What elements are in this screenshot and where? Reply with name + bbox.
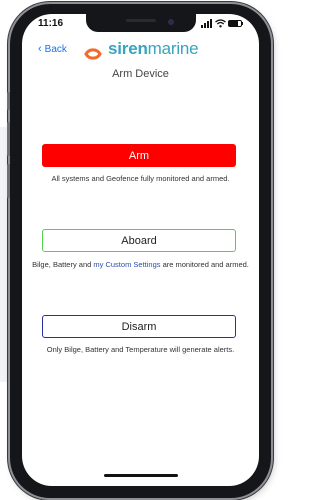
logo-text-rest: marine [147, 39, 199, 58]
notch [86, 14, 196, 32]
disarm-button-label: Disarm [121, 320, 157, 333]
custom-settings-link[interactable]: my Custom Settings [93, 260, 160, 269]
volume-down-button [7, 164, 10, 198]
wifi-icon [215, 19, 226, 28]
aboard-description-after: are monitored and armed. [162, 260, 249, 269]
aboard-description: Bilge, Battery and my Custom Settings ar… [30, 260, 251, 270]
speaker [126, 19, 156, 22]
home-indicator[interactable] [104, 474, 178, 477]
back-button[interactable]: ‹ Back [38, 43, 67, 56]
disarm-button[interactable]: Disarm [42, 315, 236, 338]
aboard-button-label: Aboard [121, 234, 157, 247]
front-camera [168, 19, 174, 25]
aboard-description-before: Bilge, Battery and [32, 260, 92, 269]
logo-text: sirenmarine [108, 39, 199, 59]
signal-icon [201, 19, 213, 28]
page-title: Arm Device [112, 68, 169, 80]
mute-switch [7, 92, 10, 110]
siren-marine-logo: sirenmarine [82, 38, 199, 60]
status-icons [201, 19, 245, 29]
arm-button[interactable]: Arm [42, 144, 236, 167]
aboard-button[interactable]: Aboard [42, 229, 236, 252]
status-time: 11:16 [38, 18, 64, 29]
arm-button-label: Arm [128, 149, 150, 162]
arm-description: All systems and Geofence fully monitored… [51, 174, 230, 183]
disarm-description: Only Bilge, Battery and Temperature will… [46, 345, 235, 354]
back-label: Back [44, 44, 67, 55]
chevron-left-icon: ‹ [38, 43, 42, 55]
siren-marine-logo-icon [84, 48, 102, 60]
volume-up-button [7, 122, 10, 156]
battery-icon [228, 20, 244, 28]
logo-text-bold: siren [108, 39, 148, 58]
app-screen: 11:16 ‹ Back sirenmarine Arm Device Arm … [22, 14, 259, 486]
